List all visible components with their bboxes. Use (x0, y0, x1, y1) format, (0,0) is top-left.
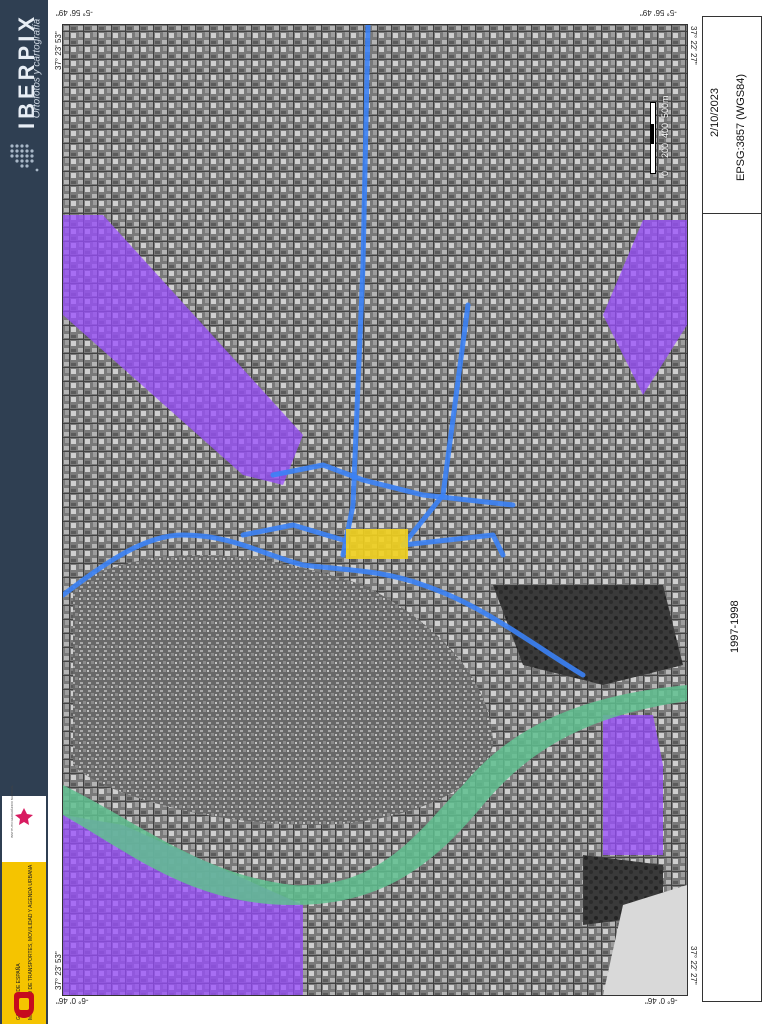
map-period: 1997-1998 (729, 600, 741, 653)
info-period-cell: 1997-1998 (703, 213, 761, 1000)
scale-bar: 0 200 400 500m (640, 95, 670, 186)
map-viewport[interactable] (62, 24, 688, 996)
iberpix-brand: IBERPIX Ortofotos y cartografía (0, 0, 48, 200)
coord-bottom-left-lon: -6° 0' 46" (56, 996, 89, 1005)
zone-east (603, 715, 663, 855)
ign-flower-icon (15, 808, 33, 825)
map-projection: EPSG:3857 (WGS84) (735, 74, 747, 181)
scale-label-200: 200 (660, 142, 670, 158)
info-panel: 2/10/2023 EPSG:3857 (WGS84) 1997-1998 (702, 16, 762, 1002)
sidebar: IBERPIX Ortofotos y cartografía INSTITUT… (0, 0, 48, 1024)
brand-subtitle: Ortofotos y cartografía (31, 18, 43, 119)
highlight-block (346, 529, 408, 559)
government-logo: MINISTERIO DE TRANSPORTES, MOVILIDAD Y A… (2, 862, 46, 1024)
coord-top-right-lat: 37° 22' 27" (689, 26, 698, 65)
coord-top-left-lon: -5° 56' 49" (56, 8, 93, 17)
institute-label: INSTITUTO GEOGRÁFICO NACIONAL (10, 784, 14, 838)
aerial-map[interactable] (63, 25, 687, 995)
coord-top-right-lon: -5° 56' 49" (640, 8, 677, 17)
map-date: 2/10/2023 (709, 88, 721, 137)
coord-bottom-right-lon: -6° 0' 46" (645, 996, 678, 1005)
info-date-cell: 2/10/2023 EPSG:3857 (WGS84) (703, 17, 761, 214)
scale-label-0: 0 (660, 170, 670, 176)
ign-logo: INSTITUTO GEOGRÁFICO NACIONAL (2, 785, 46, 863)
institutional-logos: INSTITUTO GEOGRÁFICO NACIONAL MINISTERIO… (2, 785, 46, 1024)
spain-dots-icon (10, 144, 39, 172)
scale-label-500m: 500m (660, 95, 670, 118)
spain-shield-icon (14, 992, 34, 1018)
coord-bottom-right-lat: 37° 22' 27" (689, 946, 698, 985)
scale-label-400: 400 (660, 122, 670, 138)
